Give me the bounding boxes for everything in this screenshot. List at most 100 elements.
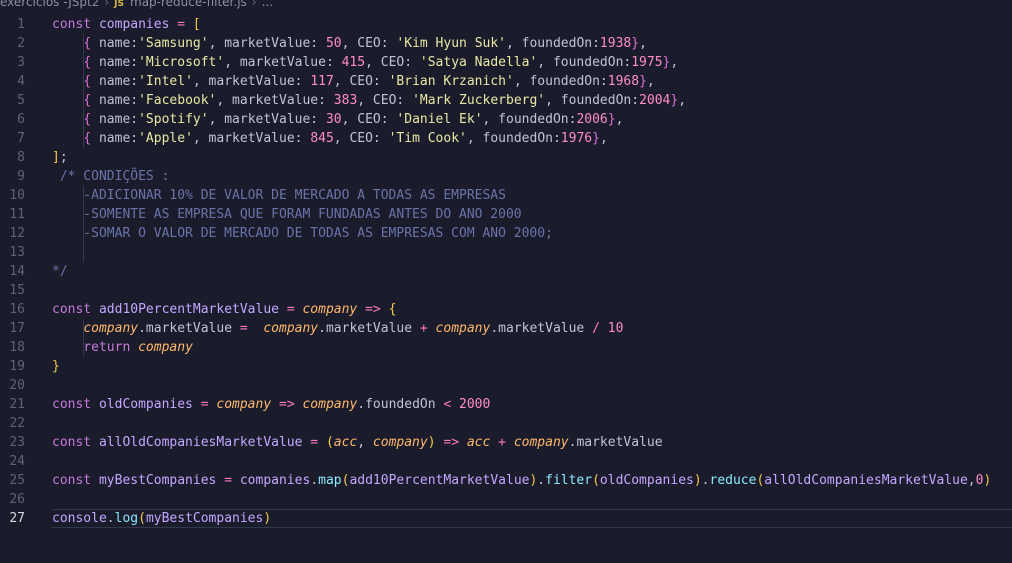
code-line[interactable]: 26 xyxy=(0,490,1012,509)
code-token: company xyxy=(216,397,272,412)
code-line[interactable]: 2 { name:'Samsung', marketValue: 50, CEO… xyxy=(0,34,1012,53)
code-token: company xyxy=(263,321,319,336)
code-line[interactable]: 3 { name:'Microsoft', marketValue: 415, … xyxy=(0,53,1012,72)
line-number: 21 xyxy=(9,397,25,412)
code-line[interactable]: 21 const oldCompanies = company => compan… xyxy=(0,395,1012,414)
code-token: 10 xyxy=(607,321,624,336)
code-token: const xyxy=(52,397,92,412)
line-number: 13 xyxy=(9,245,25,260)
code-token: name: xyxy=(91,131,139,146)
code-line-content: const myBestCompanies = companies.map(ad… xyxy=(52,471,1012,490)
breadcrumb-folder[interactable]: exercicios -JSpt2 xyxy=(0,0,99,9)
code-token: .marketValue xyxy=(318,321,420,336)
code-line[interactable]: 12 -SOMAR O VALOR DE MERCADO DE TODAS AS… xyxy=(0,224,1012,243)
code-line[interactable]: 5 { name:'Facebook', marketValue: 383, C… xyxy=(0,91,1012,110)
code-token: .foundedOn xyxy=(357,397,444,412)
code-token: 'Mark Zuckerberg' xyxy=(412,93,546,108)
code-line[interactable]: 22 xyxy=(0,414,1012,433)
code-line-content: return company xyxy=(52,338,1012,357)
code-line[interactable]: 10 -ADICIONAR 10% DE VALOR DE MERCADO A … xyxy=(0,186,1012,205)
code-line[interactable]: 9 /* CONDIÇÕES : xyxy=(0,167,1012,186)
code-line[interactable]: 18 return company xyxy=(0,338,1012,357)
code-line[interactable]: 8]; xyxy=(0,148,1012,167)
line-number: 3 xyxy=(17,55,25,70)
code-line-content: -ADICIONAR 10% DE VALOR DE MERCADO A TOD… xyxy=(52,186,1012,205)
code-line[interactable]: 6 { name:'Spotify', marketValue: 30, CEO… xyxy=(0,110,1012,129)
code-line[interactable]: 20 xyxy=(0,376,1012,395)
code-token: , marketValue: xyxy=(208,112,326,127)
code-token: , xyxy=(357,435,373,450)
code-token: = xyxy=(177,17,186,32)
code-line[interactable]: 17 company.marketValue = company.marketV… xyxy=(0,319,1012,338)
code-token: , CEO: xyxy=(357,93,413,108)
code-line[interactable]: 23 const allOldCompaniesMarketValue = (ac… xyxy=(0,433,1012,452)
code-line-content: -SOMENTE AS EMPRESA QUE FORAM FUNDADAS A… xyxy=(52,205,1012,224)
code-token: 415 xyxy=(341,55,366,70)
code-area[interactable]: 1 const companies = [2 { name:'Samsung', … xyxy=(0,15,1012,528)
code-token: , foundedOn: xyxy=(545,93,640,108)
code-line[interactable]: 7 { name:'Apple', marketValue: 845, CEO:… xyxy=(0,129,1012,148)
line-number: 11 xyxy=(9,207,25,222)
code-token: = xyxy=(286,302,295,317)
code-token: , foundedOn: xyxy=(537,55,632,70)
breadcrumb-file[interactable]: map-reduce-filter.js xyxy=(130,0,247,9)
code-token: log xyxy=(114,511,139,526)
code-token: , xyxy=(967,473,976,488)
code-line[interactable]: 11 -SOMENTE AS EMPRESA QUE FORAM FUNDADA… xyxy=(0,205,1012,224)
code-token: 2006 xyxy=(576,112,608,127)
code-token: , marketValue: xyxy=(208,36,326,51)
code-token: const xyxy=(52,473,92,488)
code-line-content: { name:'Facebook', marketValue: 383, CEO… xyxy=(52,91,1012,110)
code-token: name: xyxy=(91,93,139,108)
line-number: 9 xyxy=(17,169,25,184)
code-token: , xyxy=(678,93,687,108)
code-token: , marketValue: xyxy=(224,55,342,70)
code-token: , CEO: xyxy=(365,55,420,70)
code-line[interactable]: 27 console.log(myBestCompanies) xyxy=(0,509,1012,528)
code-line[interactable]: 16 const add10PercentMarketValue = compan… xyxy=(0,300,1012,319)
code-token: ) xyxy=(983,473,992,488)
code-token: = xyxy=(239,321,248,336)
code-token: 50 xyxy=(325,36,342,51)
code-token: name: xyxy=(91,112,139,127)
code-line[interactable]: 24 xyxy=(0,452,1012,471)
code-token: /* CONDIÇÕES : xyxy=(52,169,170,184)
line-number: 19 xyxy=(9,359,25,374)
code-token: { xyxy=(83,112,92,127)
code-token: 'Spotify' xyxy=(138,112,209,127)
code-line[interactable]: 13 xyxy=(0,243,1012,262)
code-token: company xyxy=(138,340,193,355)
code-token: 'Microsoft' xyxy=(138,55,225,70)
code-line[interactable]: 14 */ xyxy=(0,262,1012,281)
code-editor[interactable]: exercicios -JSpt2 › JS map-reduce-filter.js… xyxy=(0,0,1012,563)
code-token: .marketValue xyxy=(568,435,663,450)
code-token: 1975 xyxy=(631,55,663,70)
line-number: 27 xyxy=(9,511,25,526)
code-token: , CEO: xyxy=(341,112,397,127)
code-line[interactable]: 19} xyxy=(0,357,1012,376)
line-number: 8 xyxy=(17,150,25,165)
code-token: -ADICIONAR 10% DE VALOR DE MERCADO A TOD… xyxy=(52,188,506,203)
code-line[interactable]: 1 const companies = [ xyxy=(0,15,1012,34)
code-token: , foundedOn: xyxy=(513,74,608,89)
code-line[interactable]: 4 { name:'Intel', marketValue: 117, CEO:… xyxy=(0,72,1012,91)
code-token: , marketValue: xyxy=(192,74,311,89)
code-token: company xyxy=(302,397,358,412)
chevron-right-icon: › xyxy=(251,0,257,9)
code-token: 1938 xyxy=(599,36,632,51)
code-line[interactable]: 15 xyxy=(0,281,1012,300)
code-line[interactable]: 25 const myBestCompanies = companies.map(… xyxy=(0,471,1012,490)
breadcrumb-symbol[interactable]: ... xyxy=(262,0,273,9)
code-token: = xyxy=(200,397,209,412)
code-token: , foundedOn: xyxy=(466,131,561,146)
